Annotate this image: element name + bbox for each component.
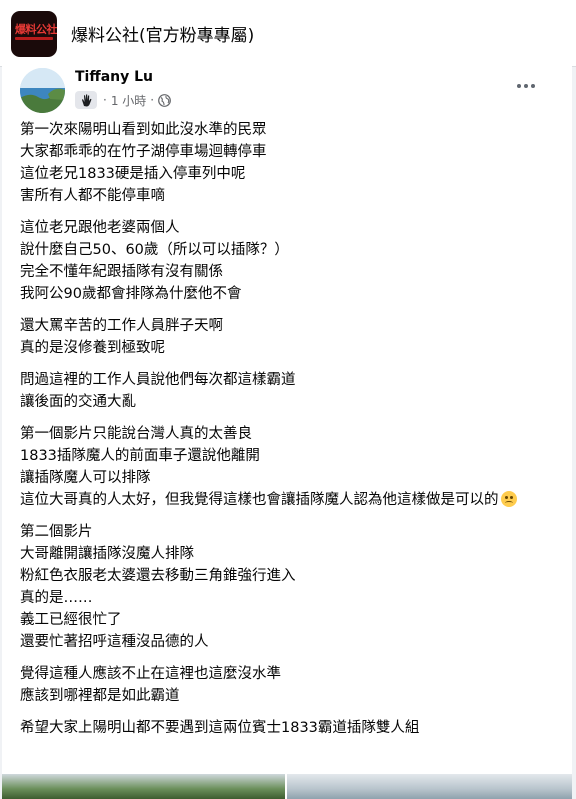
post-line: 這位大哥真的人太好，但我覺得這樣也會讓插隊魔人認為他這樣做是可以的: [20, 489, 560, 511]
post-line-text: 這位大哥真的人太好，但我覺得這樣也會讓插隊魔人認為他這樣做是可以的: [20, 492, 499, 508]
group-name-link[interactable]: 爆料公社(官方粉專專屬): [71, 21, 254, 46]
group-header: 爆料公社 爆料公社(官方粉專專屬): [0, 0, 576, 67]
post-paragraph: 還大罵辛苦的工作人員胖子天啊 真的是沒修養到極致呢: [20, 315, 560, 359]
post-line: 覺得這種人應該不止在這裡也這麼沒水準: [20, 666, 281, 682]
hand-wave-icon[interactable]: [75, 91, 97, 109]
post-paragraph: 覺得這種人應該不止在這裡也這麼沒水準 應該到哪裡都是如此霸道: [20, 663, 560, 707]
post-line: 這位老兄1833硬是插入停車列中呢: [20, 166, 246, 182]
group-logo-text: 爆料公社: [15, 23, 57, 36]
separator-dot: ·: [103, 93, 107, 107]
author-avatar[interactable]: [20, 68, 65, 113]
post-line: 大哥離開讓插隊沒魔人排隊: [20, 546, 194, 562]
post-photos: [2, 774, 572, 799]
more-options-button[interactable]: [512, 74, 540, 98]
post-card: Tiffany Lu · 1 小時 · 第一次來陽明山看到如此沒水準的民眾 大家…: [2, 66, 572, 799]
post-line: 真的是沒修養到極致呢: [20, 340, 165, 356]
worried-face-emoji: [500, 491, 517, 507]
post-line: 希望大家上陽明山都不要遇到這兩位賓士1833霸道插隊雙人組: [20, 720, 420, 736]
post-text: 第一次來陽明山看到如此沒水準的民眾 大家都乖乖的在竹子湖停車場迴轉停車 這位老兄…: [20, 119, 560, 749]
post-line: 應該到哪裡都是如此霸道: [20, 688, 180, 704]
post-line: 我阿公90歲都會排隊為什麼他不會: [20, 286, 242, 302]
post-line: 讓插隊魔人可以排隊: [20, 470, 151, 486]
group-logo-stripe: [15, 37, 53, 40]
avatar-landscape-image: [20, 68, 65, 113]
post-paragraph: 希望大家上陽明山都不要遇到這兩位賓士1833霸道插隊雙人組: [20, 717, 560, 739]
post-line: 第一個影片只能說台灣人真的太善良: [20, 426, 252, 442]
post-photo[interactable]: [287, 774, 572, 799]
post-paragraph: 問過這裡的工作人員說他們每次都這樣霸道 讓後面的交通大亂: [20, 369, 560, 413]
post-paragraph: 第一個影片只能說台灣人真的太善良 1833插隊魔人的前面車子還說他離開 讓插隊魔…: [20, 423, 560, 511]
post-line: 粉紅色衣服老太婆還去移動三角錐強行進入: [20, 568, 296, 584]
group-logo[interactable]: 爆料公社: [11, 11, 57, 57]
post-line: 1833插隊魔人的前面車子還說他離開: [20, 448, 260, 464]
post-line: 第二個影片: [20, 524, 93, 540]
post-paragraph: 這位老兄跟他老婆兩個人 說什麼自己50、60歲（所以可以插隊？） 完全不懂年紀跟…: [20, 217, 560, 305]
author-name[interactable]: Tiffany Lu: [75, 69, 153, 85]
post-line: 讓後面的交通大亂: [20, 394, 136, 410]
post-photo[interactable]: [2, 774, 285, 799]
post-line: 害所有人都不能停車嘀: [20, 188, 165, 204]
post-timestamp[interactable]: 1 小時: [111, 92, 146, 109]
post-line: 大家都乖乖的在竹子湖停車場迴轉停車: [20, 144, 267, 160]
post-line: 義工已經很忙了: [20, 612, 122, 628]
post-line: 問過這裡的工作人員說他們每次都這樣霸道: [20, 372, 296, 388]
post-line: 這位老兄跟他老婆兩個人: [20, 220, 180, 236]
more-options-icon: [517, 84, 521, 88]
globe-icon[interactable]: [158, 93, 172, 107]
post-meta: · 1 小時 ·: [75, 90, 172, 110]
post-line: 說什麼自己50、60歲（所以可以插隊？）: [20, 242, 289, 258]
post-paragraph: 第二個影片 大哥離開讓插隊沒魔人排隊 粉紅色衣服老太婆還去移動三角錐強行進入 真…: [20, 521, 560, 653]
post-paragraph: 第一次來陽明山看到如此沒水準的民眾 大家都乖乖的在竹子湖停車場迴轉停車 這位老兄…: [20, 119, 560, 207]
post-line: 還要忙著招呼這種沒品德的人: [20, 634, 209, 650]
post-line: 完全不懂年紀跟插隊有沒有關係: [20, 264, 223, 280]
post-line: 第一次來陽明山看到如此沒水準的民眾: [20, 122, 267, 138]
post-line: 真的是……: [20, 590, 93, 606]
separator-dot: ·: [150, 93, 155, 107]
post-line: 還大罵辛苦的工作人員胖子天啊: [20, 318, 223, 334]
